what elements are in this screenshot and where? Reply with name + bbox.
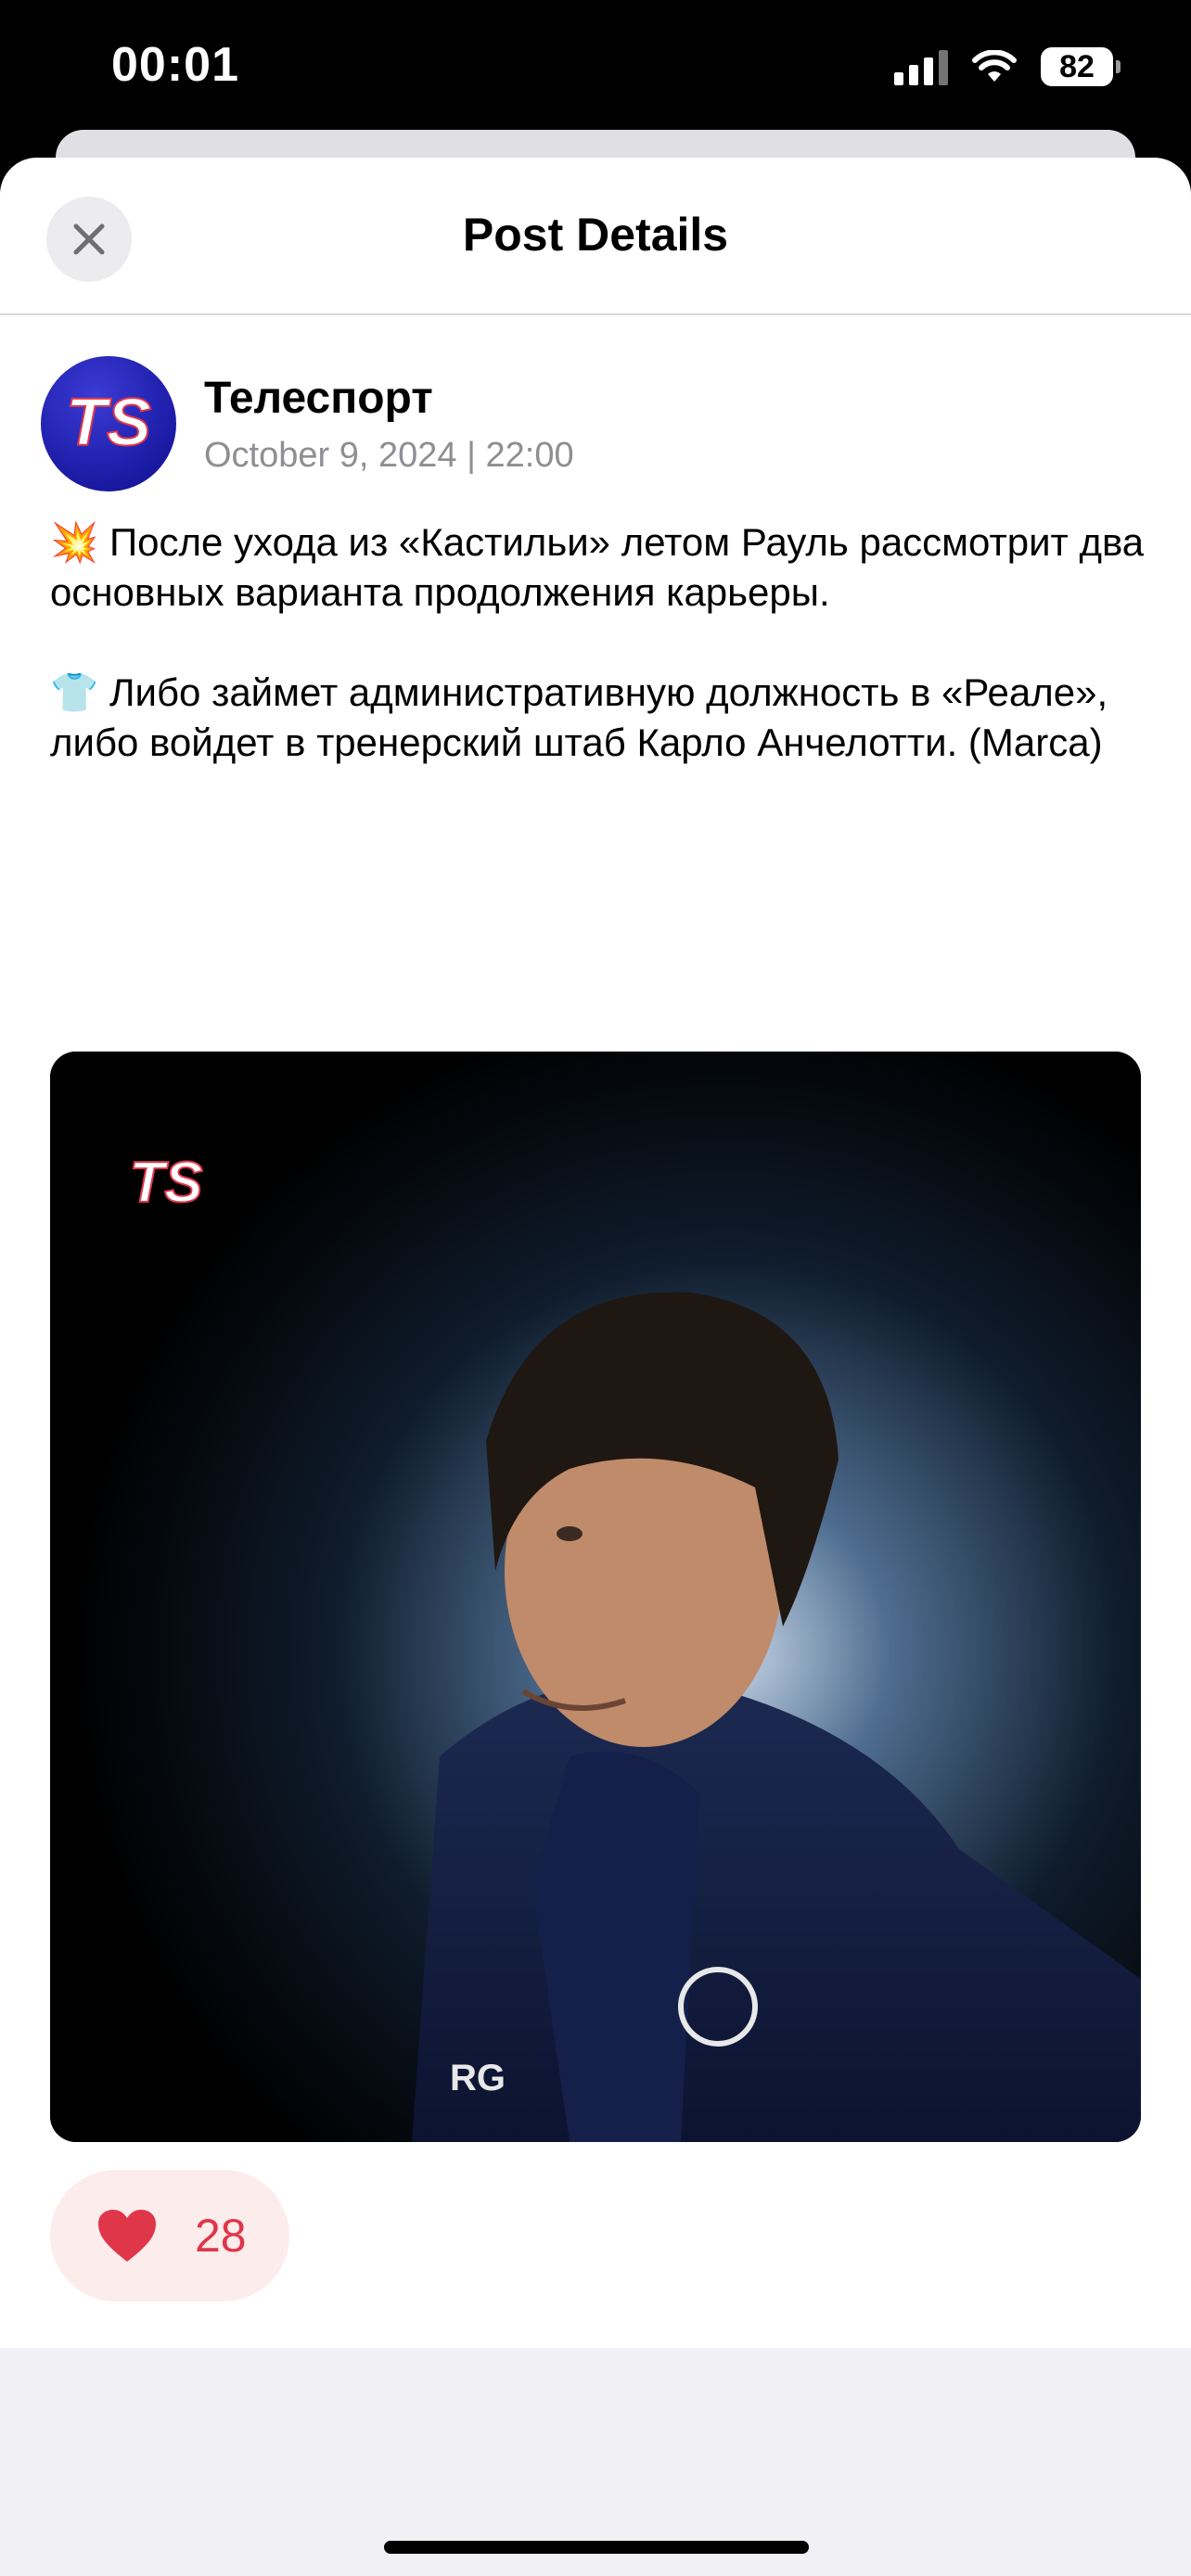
status-icons: 82 [894, 45, 1121, 89]
post-photo: RG TS [50, 1052, 1141, 2142]
home-indicator[interactable] [384, 2541, 809, 2554]
post-text: 💥 После ухода из «Кастильи» летом Рауль … [50, 520, 1145, 764]
page-title: Post Details [462, 209, 729, 261]
battery-icon: 82 [1041, 47, 1121, 86]
like-count: 28 [195, 2210, 247, 2262]
cellular-signal-icon [894, 48, 948, 85]
channel-name[interactable]: Телеспорт [204, 373, 433, 424]
nav-bar: Post Details [0, 158, 1191, 315]
status-time: 00:01 [111, 38, 239, 92]
heart-icon [98, 2210, 156, 2262]
like-button[interactable]: 28 [50, 2170, 289, 2302]
post-image[interactable]: RG TS [50, 1052, 1141, 2142]
channel-logo: TS [65, 385, 152, 461]
image-watermark: TS [129, 1151, 202, 1215]
wifi-icon [972, 50, 1017, 82]
post-card: TS Телеспорт October 9, 2024 | 22:00 💥 П… [0, 315, 1191, 2348]
avatar[interactable]: TS [41, 356, 176, 491]
post-date: October 9, 2024 | 22:00 [204, 436, 574, 475]
avatar-logo-text: TS [66, 386, 151, 460]
status-bar: 00:01 82 [0, 0, 1191, 139]
shirt-initials: RG [450, 2058, 506, 2098]
post-details-sheet: Post Details TS Телеспорт October 9, 202… [0, 158, 1191, 2576]
